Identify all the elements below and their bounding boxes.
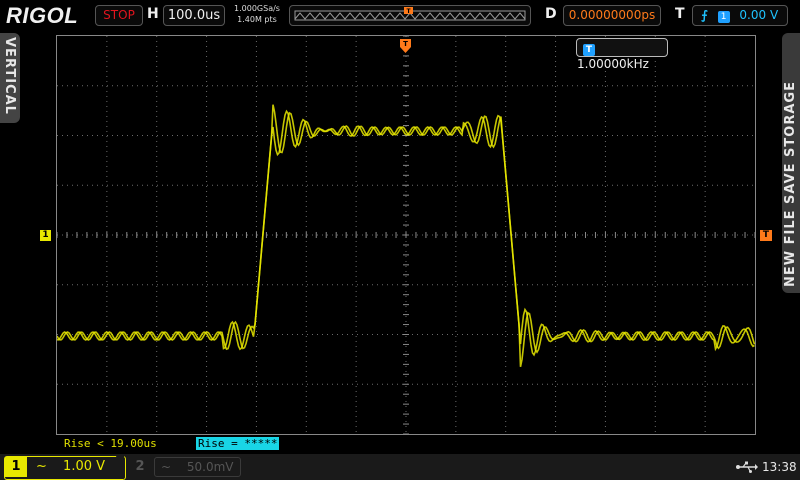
svg-text:T: T xyxy=(403,40,408,48)
memory-depth: 1.40M pts xyxy=(237,15,277,24)
frequency-counter: T1.00000kHz xyxy=(576,38,668,71)
trigger-settings[interactable]: ⨍ 1 0.00 V xyxy=(692,5,788,26)
storage-menu-tabs[interactable]: NEW FILE SAVE STORAGE xyxy=(782,33,800,293)
rise-measurement: Rise < 19.00us xyxy=(64,437,157,450)
usb-icon xyxy=(736,459,758,473)
run-stop-status[interactable]: STOP xyxy=(95,5,143,26)
trigger-position-icon: T xyxy=(400,39,411,53)
channel2-coupling: ~ xyxy=(161,460,172,474)
channel1-volts: 1.00 V xyxy=(63,459,106,474)
clock: 13:38 xyxy=(762,460,797,474)
frequency-source-badge: T xyxy=(583,44,595,56)
trigger-level: 0.00 V xyxy=(739,8,779,22)
trigger-label: T xyxy=(675,6,685,22)
frequency-value: 1.00000kHz xyxy=(577,57,649,71)
storage-tab-label: NEW FILE SAVE STORAGE xyxy=(783,81,798,287)
brand-logo: RIGOL xyxy=(6,3,79,28)
vertical-tab-label: VERTICAL xyxy=(2,37,17,115)
rise-measurement-badge: Rise = ***** xyxy=(196,437,280,450)
ch1-offset-marker[interactable]: 1 xyxy=(40,230,51,241)
waveform-display[interactable] xyxy=(56,35,756,435)
memory-waveform-icon: T xyxy=(294,7,526,21)
trigger-level-marker[interactable]: T xyxy=(760,230,772,241)
delay-value[interactable]: 0.00000000ps xyxy=(563,5,661,26)
channel1-number: 1 xyxy=(5,457,27,477)
delay-label: D xyxy=(545,6,557,22)
channel2-number[interactable]: 2 xyxy=(131,457,149,477)
channel2-panel[interactable]: ~ 50.0mV xyxy=(154,457,241,477)
memory-position-bar[interactable]: T xyxy=(289,5,531,26)
trigger-position-marker[interactable]: T xyxy=(400,38,411,53)
channel1-coupling: ~ xyxy=(36,459,47,474)
trigger-source-badge: 1 xyxy=(717,11,730,23)
channel1-divider xyxy=(116,456,124,480)
horizontal-label: H xyxy=(147,6,159,22)
sample-rate: 1.000GSa/s xyxy=(234,4,280,13)
vertical-menu-tab[interactable]: VERTICAL xyxy=(0,33,20,123)
channel2-volts: 50.0mV xyxy=(186,460,234,474)
timebase-value[interactable]: 100.0us xyxy=(163,5,225,26)
trigger-rising-edge-icon: ⨍ xyxy=(701,8,708,22)
channel1-scale: ~ 1.00 V xyxy=(36,457,105,477)
acquisition-info: 1.000GSa/s 1.40M pts xyxy=(229,3,285,25)
graticule xyxy=(56,35,756,435)
